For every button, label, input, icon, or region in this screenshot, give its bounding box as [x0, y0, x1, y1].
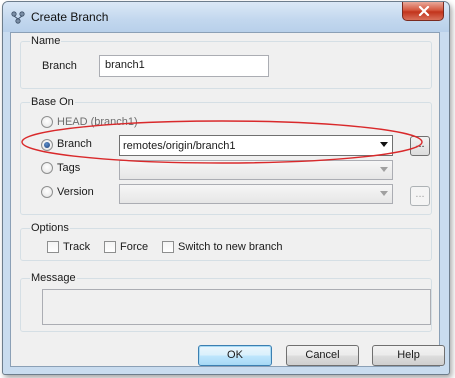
- branch-name-label: Branch: [42, 60, 77, 72]
- branch-select-value: remotes/origin/branch1: [123, 140, 236, 152]
- force-label: Force: [120, 241, 149, 253]
- track-checkbox[interactable]: [47, 241, 59, 253]
- git-branch-icon: [10, 10, 26, 24]
- chevron-down-icon: [380, 167, 388, 172]
- version-select[interactable]: [119, 184, 393, 204]
- switch-branch-checkbox[interactable]: [162, 241, 174, 253]
- window-title: Create Branch: [31, 10, 109, 24]
- options-group-title: Options: [30, 222, 70, 234]
- tags-select[interactable]: [119, 160, 393, 180]
- create-branch-dialog: Create Branch Name Branch branch1 Base O…: [2, 1, 450, 375]
- branch-browse-button[interactable]: ...: [410, 136, 430, 156]
- branch-select[interactable]: remotes/origin/branch1: [119, 135, 393, 156]
- branch-name-input[interactable]: branch1: [99, 55, 269, 77]
- version-radio[interactable]: [41, 186, 53, 198]
- base-on-group-title: Base On: [30, 96, 75, 108]
- switch-branch-label: Switch to new branch: [178, 241, 283, 253]
- close-button[interactable]: [402, 2, 444, 21]
- version-browse-button[interactable]: ...: [410, 186, 430, 206]
- message-group-title: Message: [30, 272, 77, 284]
- dialog-body: Name Branch branch1 Base On HEAD (branch…: [10, 32, 445, 367]
- force-checkbox[interactable]: [104, 241, 116, 253]
- version-option-label: Version: [57, 186, 94, 198]
- head-option-label: HEAD (branch1): [57, 116, 138, 128]
- chevron-down-icon: [380, 142, 388, 147]
- close-icon: [418, 6, 430, 16]
- title-bar[interactable]: Create Branch: [3, 2, 449, 32]
- track-label: Track: [63, 241, 91, 253]
- ok-button[interactable]: OK: [198, 345, 272, 366]
- tags-option-label: Tags: [57, 162, 81, 174]
- help-button[interactable]: Help: [372, 345, 445, 366]
- name-group-title: Name: [30, 35, 62, 47]
- branch-option-label: Branch: [57, 138, 92, 150]
- tags-radio[interactable]: [41, 162, 53, 174]
- chevron-down-icon: [380, 191, 388, 196]
- head-radio[interactable]: [41, 116, 53, 128]
- message-input[interactable]: [42, 289, 431, 325]
- branch-radio[interactable]: [41, 139, 53, 151]
- cancel-button[interactable]: Cancel: [286, 345, 359, 366]
